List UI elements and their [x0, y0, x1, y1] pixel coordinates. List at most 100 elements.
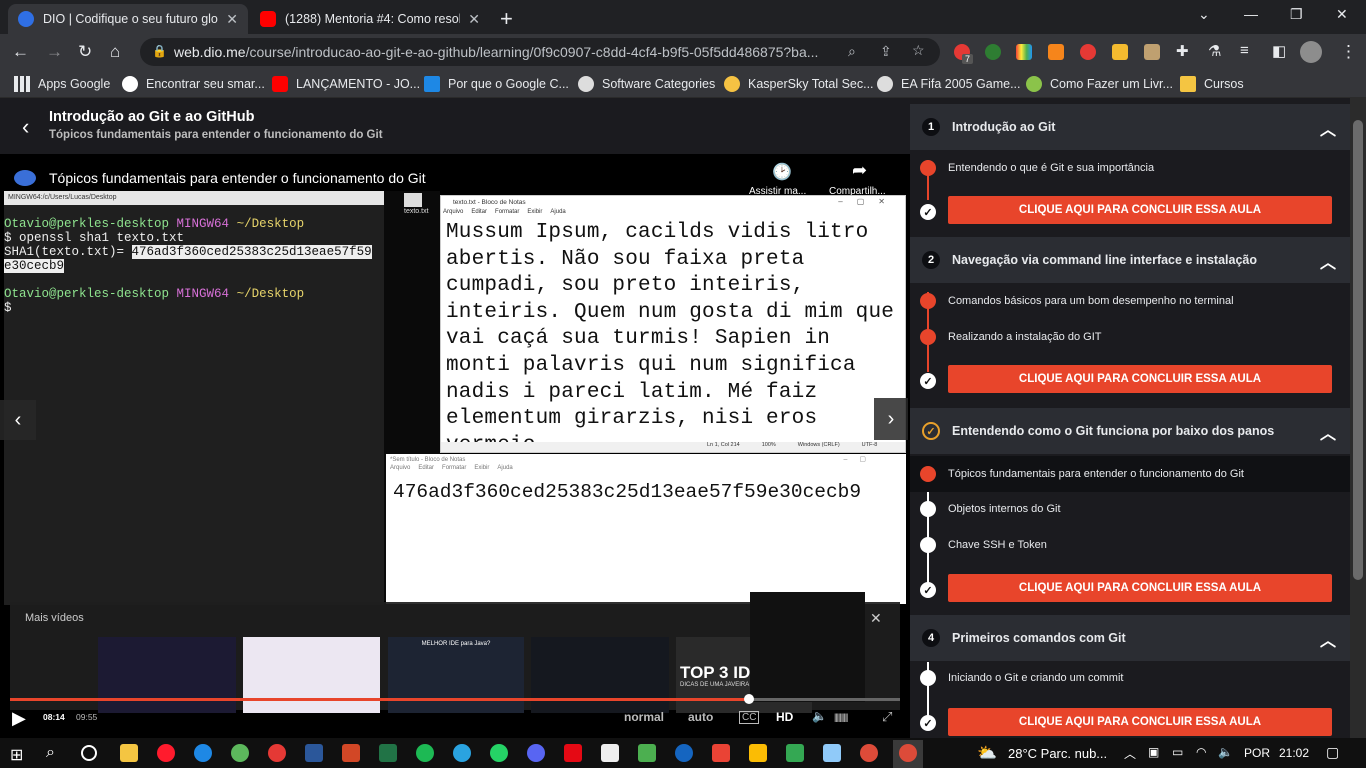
chevron-up-icon[interactable]: ︿	[1320, 116, 1336, 140]
opera-icon[interactable]	[157, 744, 175, 762]
chrome-icon[interactable]	[860, 744, 878, 762]
bookmark-item[interactable]: LANÇAMENTO - JO...	[272, 76, 420, 92]
whatsapp-icon[interactable]	[490, 744, 508, 762]
playback-speed-button[interactable]: normal	[624, 710, 664, 724]
lesson-item[interactable]: Realizando a instalação do GIT	[910, 319, 1350, 355]
windows-start-icon[interactable]: ⊞	[10, 745, 23, 765]
lesson-item[interactable]: Iniciando o Git e criando um commit	[910, 660, 1350, 696]
volume-slider[interactable]: ||||||||||	[834, 712, 848, 722]
minimize-button[interactable]: —	[1244, 6, 1258, 22]
lesson-item[interactable]: Objetos internos do Git	[910, 491, 1350, 527]
section-header[interactable]: 2 Navegação via command line interface e …	[910, 237, 1350, 283]
bookmark-item[interactable]: Software Categories	[578, 76, 715, 92]
section-header[interactable]: ✓ Entendendo como o Git funciona por baix…	[910, 408, 1350, 454]
zoom-icon[interactable]: ⌕	[848, 43, 856, 60]
new-tab-button[interactable]: +	[500, 6, 513, 32]
scrollbar[interactable]	[1350, 98, 1366, 738]
powerpoint-icon[interactable]	[342, 744, 360, 762]
tray-app-icon[interactable]: ▣	[1148, 745, 1159, 759]
reload-icon[interactable]: ↻	[78, 42, 92, 62]
channel-logo[interactable]	[14, 170, 36, 186]
bookmark-item[interactable]: KasperSky Total Sec...	[724, 76, 874, 92]
side-panel-icon[interactable]: ◧	[1272, 42, 1286, 60]
complete-lesson-button[interactable]: CLIQUE AQUI PARA CONCLUIR ESSA AULA	[948, 365, 1332, 393]
video-thumbnail[interactable]	[243, 637, 380, 713]
section-header[interactable]: 1 Introdução ao Git ︿	[910, 104, 1350, 150]
complete-lesson-button[interactable]: CLIQUE AQUI PARA CONCLUIR ESSA AULA	[948, 708, 1332, 736]
task-view-icon[interactable]	[81, 745, 97, 761]
app-icon[interactable]	[601, 744, 619, 762]
previous-video-button[interactable]: ‹	[0, 400, 36, 440]
tray-chevron-icon[interactable]: ︿	[1124, 745, 1136, 762]
play-icon[interactable]: ▶	[12, 708, 26, 729]
hd-button[interactable]: HD	[776, 710, 793, 724]
bookmark-apps[interactable]: Apps Google	[14, 76, 110, 92]
share-arrow-icon[interactable]: ➦	[852, 160, 867, 181]
discord-icon[interactable]	[527, 744, 545, 762]
back-icon[interactable]: ←	[12, 42, 29, 62]
video-thumbnail[interactable]: MELHOR IDE para Java?	[388, 637, 524, 713]
notifications-icon[interactable]: ▢	[1326, 744, 1339, 761]
close-tab-icon[interactable]: ✕	[468, 11, 480, 28]
lesson-item[interactable]: Entendendo o que é Git e sua importância	[910, 150, 1350, 186]
telegram-icon[interactable]	[453, 744, 471, 762]
chevron-up-icon[interactable]: ︿	[1320, 627, 1336, 651]
fullscreen-icon[interactable]: ⤢	[882, 709, 892, 725]
file-explorer-icon[interactable]	[120, 744, 138, 762]
chevron-up-icon[interactable]: ︿	[1320, 420, 1336, 444]
progress-handle[interactable]	[744, 694, 754, 704]
forward-icon[interactable]: →	[46, 42, 63, 62]
labs-icon[interactable]: ⚗	[1208, 42, 1221, 60]
weather-text[interactable]: 28°C Parc. nub...	[1008, 746, 1107, 761]
video-thumbnail[interactable]	[531, 637, 669, 713]
taskbar-active-app[interactable]	[893, 740, 923, 768]
weather-icon[interactable]: ⛅	[977, 743, 997, 763]
close-window-button[interactable]: ✕	[1336, 6, 1348, 23]
media-queue-icon[interactable]: ≡	[1240, 42, 1249, 59]
app-icon[interactable]	[675, 744, 693, 762]
complete-lesson-button[interactable]: CLIQUE AQUI PARA CONCLUIR ESSA AULA	[948, 196, 1332, 224]
gmail-icon[interactable]	[712, 744, 730, 762]
app-icon[interactable]	[268, 744, 286, 762]
close-icon[interactable]: ✕	[870, 610, 882, 627]
tab-search-icon[interactable]: ⌄	[1198, 6, 1210, 23]
menu-icon[interactable]: ⋮	[1340, 42, 1357, 62]
extensions-puzzle-icon[interactable]: ✚	[1176, 42, 1189, 60]
wifi-icon[interactable]: ◠	[1196, 745, 1206, 759]
bookmark-item[interactable]: Por que o Google C...	[424, 76, 569, 92]
dollar-extension-icon[interactable]	[985, 44, 1001, 60]
bookmark-item[interactable]: Encontrar seu smar...	[122, 76, 265, 92]
bookmark-item[interactable]: EA Fifa 2005 Game...	[877, 76, 1021, 92]
lesson-item[interactable]: Chave SSH e Token	[910, 527, 1350, 563]
tab-dio[interactable]: DIO | Codifique o seu futuro glob ✕	[8, 4, 248, 34]
back-arrow-icon[interactable]: ‹	[22, 114, 29, 140]
maximize-button[interactable]: ❐	[1290, 6, 1303, 23]
next-video-button[interactable]: ›	[874, 398, 908, 440]
bookmark-item[interactable]: Como Fazer um Livr...	[1026, 76, 1173, 92]
app-icon[interactable]	[786, 744, 804, 762]
captions-icon[interactable]: CC	[739, 711, 760, 724]
close-tab-icon[interactable]: ✕	[226, 11, 238, 28]
lesson-item-active[interactable]: Tópicos fundamentais para entender o fun…	[910, 456, 1350, 492]
adblock-icon[interactable]	[1080, 44, 1096, 60]
quality-auto-button[interactable]: auto	[688, 710, 713, 724]
section-header[interactable]: 4 Primeiros comandos com Git ︿	[910, 615, 1350, 661]
clock-icon[interactable]: 🕑	[772, 162, 792, 182]
app-icon[interactable]	[823, 744, 841, 762]
bookmark-star-icon[interactable]: ☆	[912, 42, 925, 59]
share-icon[interactable]: ⇪	[880, 43, 892, 60]
app-icon[interactable]	[638, 744, 656, 762]
complete-lesson-button[interactable]: CLIQUE AQUI PARA CONCLUIR ESSA AULA	[948, 574, 1332, 602]
battery-icon[interactable]: ▭	[1172, 745, 1183, 759]
lesson-item[interactable]: Comandos básicos para um bom desempenho …	[910, 283, 1350, 319]
utorrent-icon[interactable]	[231, 744, 249, 762]
bookmark-folder[interactable]: Cursos	[1180, 76, 1244, 92]
binance-icon[interactable]	[1112, 44, 1128, 60]
color-extension-icon[interactable]	[1016, 44, 1032, 60]
notes-extension-icon[interactable]	[1144, 44, 1160, 60]
video-thumbnail[interactable]	[98, 637, 236, 713]
netflix-icon[interactable]	[564, 744, 582, 762]
spotify-icon[interactable]	[416, 744, 434, 762]
address-bar[interactable]: 🔒 web.dio.me/course/introducao-ao-git-e-…	[140, 38, 940, 66]
volume-icon[interactable]: 🔈	[812, 709, 827, 723]
